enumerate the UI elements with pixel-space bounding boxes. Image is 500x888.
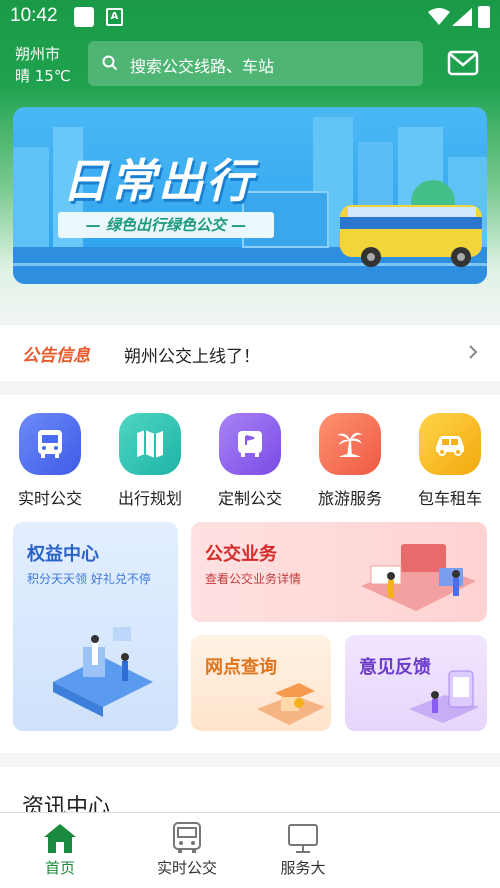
app-notification-icon: A	[106, 8, 123, 26]
tab-label: 实时公交	[156, 859, 217, 877]
search-icon	[102, 55, 118, 71]
service-label: 旅游服务	[317, 489, 382, 508]
service-realtime-bus[interactable]: 实时公交	[10, 413, 90, 509]
home-icon	[44, 824, 76, 853]
service-trip-planning[interactable]: 出行规划	[110, 413, 190, 509]
map-icon	[119, 413, 181, 475]
banner-subtitle: — 绿色出行绿色公交 —	[58, 212, 274, 238]
tab-home[interactable]: 首页	[15, 821, 105, 878]
outlet-query-card[interactable]: 网点查询	[191, 635, 331, 731]
search-input[interactable]: 搜索公交线路、车站	[88, 41, 423, 86]
chevron-right-icon	[469, 345, 478, 359]
bus-icon	[173, 822, 201, 853]
rights-center-card[interactable]: 权益中心 积分天天领 好礼兑不停	[13, 522, 178, 731]
business-illustration	[361, 544, 476, 611]
service-label: 实时公交	[17, 489, 82, 508]
feedback-card[interactable]: 意见反馈	[345, 635, 487, 731]
battery-icon	[478, 6, 490, 28]
service-custom-bus[interactable]: 定制公交	[210, 413, 290, 509]
service-charter-rental[interactable]: 包车租车	[410, 413, 490, 509]
bottom-tab-bar: 首页 实时公交 服务大	[0, 812, 500, 888]
notice-text: 朔州公交上线了！	[124, 347, 260, 367]
signal-icon	[452, 8, 472, 26]
notice-bar[interactable]: 公告信息 朔州公交上线了！	[0, 325, 500, 381]
custom-bus-icon	[219, 413, 281, 475]
bus-business-card[interactable]: 公交业务 查看公交业务详情	[191, 522, 487, 622]
feedback-illustration	[409, 670, 479, 723]
service-label: 定制公交	[217, 489, 282, 508]
notice-tag: 公告信息	[22, 346, 90, 366]
service-label: 包车租车	[417, 489, 482, 508]
rights-illustration	[53, 627, 153, 717]
card-title: 公交业务	[205, 544, 277, 565]
palm-tree-icon	[319, 413, 381, 475]
card-subtitle: 积分天天领 好礼兑不停	[27, 572, 151, 586]
tab-label: 服务大	[280, 859, 326, 877]
status-bar: 10:42 A	[0, 0, 500, 34]
tab-realtime-bus[interactable]: 实时公交	[142, 821, 232, 878]
search-placeholder: 搜索公交线路、车站	[130, 57, 275, 76]
car-icon	[419, 413, 481, 475]
location-weather[interactable]: 朔州市 晴 15℃	[15, 43, 71, 87]
card-title: 权益中心	[27, 544, 99, 565]
service-label: 出行规划	[117, 489, 182, 508]
weather-text: 晴 15℃	[15, 67, 71, 85]
outlet-illustration	[257, 683, 325, 725]
card-subtitle: 查看公交业务详情	[205, 572, 302, 586]
services-section: 实时公交 出行规划 定制公交 旅游服务 包车租车 权益中心 积分天天领 好礼兑不…	[0, 395, 500, 753]
city-name: 朔州市	[15, 45, 61, 63]
bus-icon	[19, 413, 81, 475]
monitor-icon	[288, 824, 318, 853]
tab-service-hall[interactable]: 服务大	[258, 821, 348, 878]
news-section: 资讯中心	[0, 767, 500, 820]
wifi-icon	[428, 8, 450, 25]
notification-icon	[74, 7, 94, 27]
status-time: 10:42	[10, 5, 58, 26]
tab-label: 首页	[44, 859, 75, 877]
mail-icon[interactable]	[447, 50, 479, 76]
service-tourism[interactable]: 旅游服务	[310, 413, 390, 509]
banner-title: 日常出行	[62, 154, 254, 208]
